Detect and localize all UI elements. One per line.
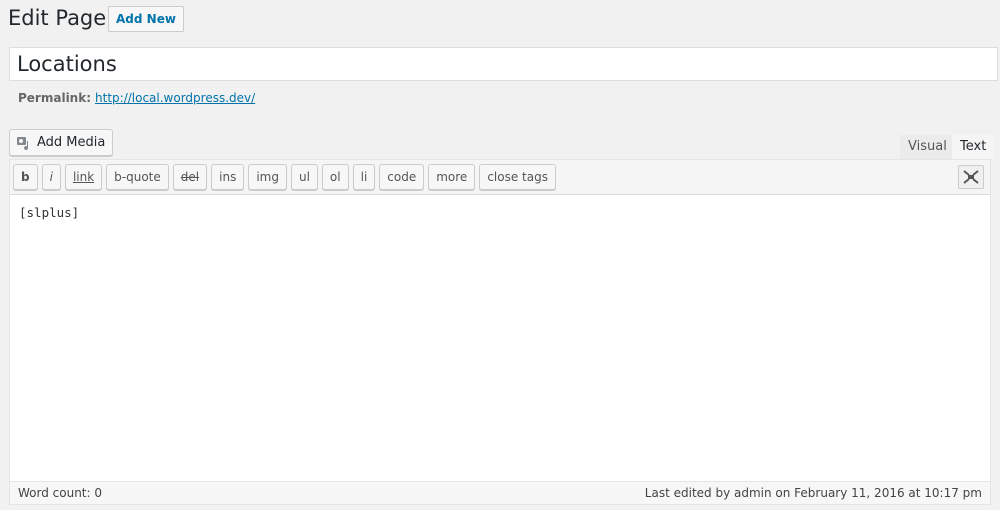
qt-code-button[interactable]: code [379, 164, 425, 190]
editor-textarea[interactable]: [slplus] [19, 205, 79, 220]
add-media-label: Add Media [37, 135, 106, 150]
title-input[interactable]: Locations [9, 47, 998, 81]
fullscreen-icon [963, 170, 979, 184]
qt-img-button[interactable]: img [248, 164, 287, 190]
last-edited: Last edited by admin on February 11, 201… [644, 486, 982, 500]
tab-visual[interactable]: Visual [900, 135, 955, 159]
qt-ul-button[interactable]: ul [290, 164, 318, 190]
page-title: Edit Page [8, 6, 107, 30]
permalink-label: Permalink: [18, 91, 92, 105]
qt-b-quote-button[interactable]: b-quote [106, 164, 169, 190]
qt-del-button[interactable]: del [172, 164, 208, 190]
fullscreen-button[interactable] [958, 165, 984, 189]
qt-ins-button[interactable]: ins [211, 164, 245, 190]
editor-footer: Word count: 0 Last edited by admin on Fe… [10, 481, 990, 504]
quicktags-toolbar: b i link b-quote del ins img ul ol li code more clos… [10, 160, 990, 195]
qt-i-button[interactable]: i [41, 164, 61, 190]
qt-b-button[interactable]: b [13, 164, 38, 190]
permalink-link[interactable]: http://local.wordpress.dev/ [95, 91, 255, 105]
add-media-button[interactable]: Add Media [9, 129, 114, 156]
qt-link-button[interactable]: link [64, 164, 103, 190]
media-icon [17, 136, 29, 150]
qt-more-button[interactable]: more [428, 164, 476, 190]
add-new-button[interactable]: Add New [108, 6, 184, 32]
qt-li-button[interactable]: li [352, 164, 376, 190]
qt-close-tags-button[interactable]: close tags [479, 164, 556, 190]
tab-text[interactable]: Text [952, 135, 995, 159]
editor: b i link b-quote del ins img ul ol li code more clos… [9, 159, 991, 505]
permalink: Permalink: http://local.wordpress.dev/ [18, 91, 255, 105]
word-count: Word count: 0 [18, 486, 103, 500]
qt-ol-button[interactable]: ol [321, 164, 349, 190]
